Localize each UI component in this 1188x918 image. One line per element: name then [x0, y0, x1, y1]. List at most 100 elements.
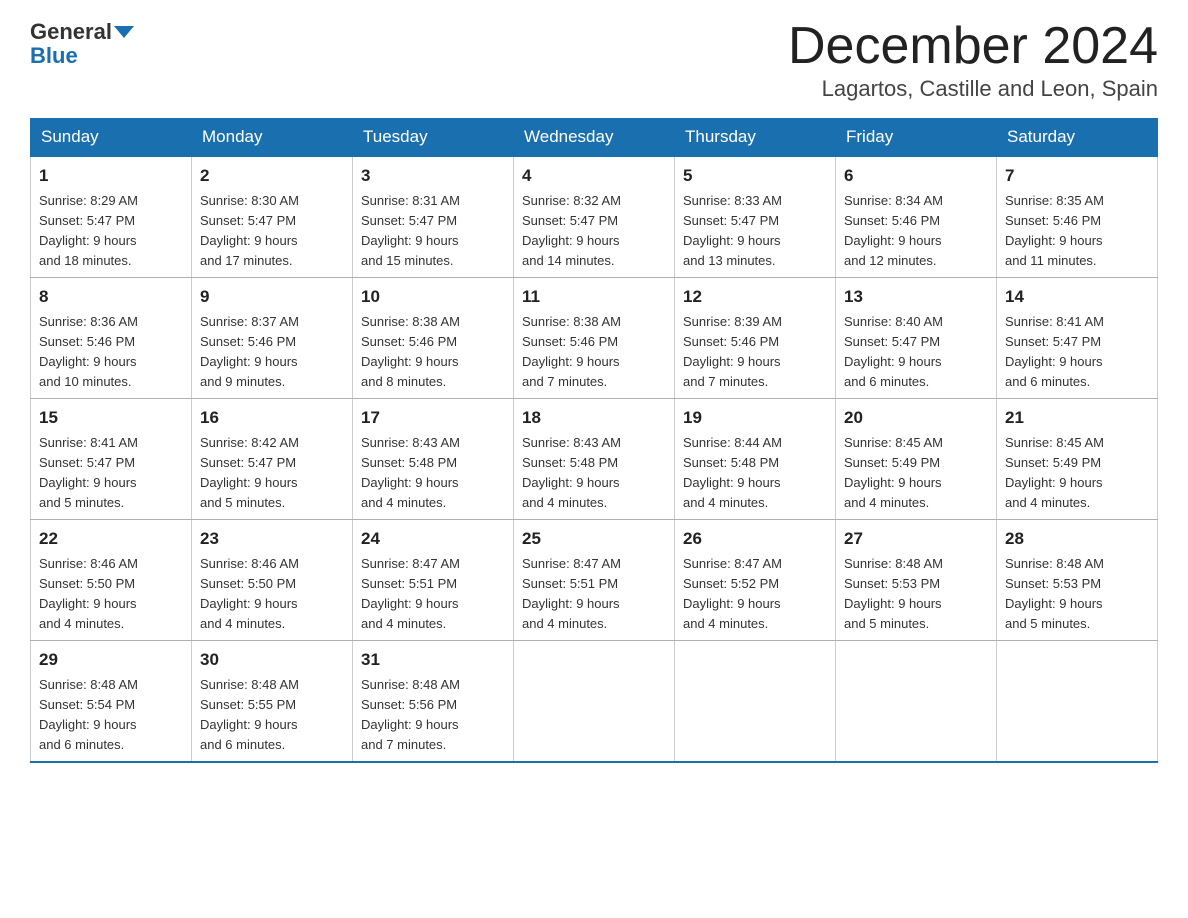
page-header: General Blue December 2024 Lagartos, Cas…	[30, 20, 1158, 102]
cell-content: Sunrise: 8:42 AMSunset: 5:47 PMDaylight:…	[200, 433, 344, 514]
calendar-week-row: 1Sunrise: 8:29 AMSunset: 5:47 PMDaylight…	[31, 156, 1158, 278]
weekday-header-tuesday: Tuesday	[353, 119, 514, 157]
calendar-cell: 24Sunrise: 8:47 AMSunset: 5:51 PMDayligh…	[353, 520, 514, 641]
cell-content: Sunrise: 8:35 AMSunset: 5:46 PMDaylight:…	[1005, 191, 1149, 272]
cell-content: Sunrise: 8:34 AMSunset: 5:46 PMDaylight:…	[844, 191, 988, 272]
calendar-cell: 2Sunrise: 8:30 AMSunset: 5:47 PMDaylight…	[192, 156, 353, 278]
cell-content: Sunrise: 8:43 AMSunset: 5:48 PMDaylight:…	[522, 433, 666, 514]
cell-content: Sunrise: 8:38 AMSunset: 5:46 PMDaylight:…	[361, 312, 505, 393]
calendar-cell: 29Sunrise: 8:48 AMSunset: 5:54 PMDayligh…	[31, 641, 192, 763]
calendar-cell: 23Sunrise: 8:46 AMSunset: 5:50 PMDayligh…	[192, 520, 353, 641]
calendar-cell: 21Sunrise: 8:45 AMSunset: 5:49 PMDayligh…	[997, 399, 1158, 520]
calendar-week-row: 15Sunrise: 8:41 AMSunset: 5:47 PMDayligh…	[31, 399, 1158, 520]
day-number: 4	[522, 163, 666, 189]
day-number: 18	[522, 405, 666, 431]
day-number: 28	[1005, 526, 1149, 552]
day-number: 3	[361, 163, 505, 189]
weekday-header-sunday: Sunday	[31, 119, 192, 157]
cell-content: Sunrise: 8:30 AMSunset: 5:47 PMDaylight:…	[200, 191, 344, 272]
day-number: 13	[844, 284, 988, 310]
calendar-table: SundayMondayTuesdayWednesdayThursdayFrid…	[30, 118, 1158, 763]
cell-content: Sunrise: 8:46 AMSunset: 5:50 PMDaylight:…	[39, 554, 183, 635]
weekday-header-wednesday: Wednesday	[514, 119, 675, 157]
calendar-cell: 20Sunrise: 8:45 AMSunset: 5:49 PMDayligh…	[836, 399, 997, 520]
cell-content: Sunrise: 8:45 AMSunset: 5:49 PMDaylight:…	[1005, 433, 1149, 514]
day-number: 15	[39, 405, 183, 431]
calendar-cell	[675, 641, 836, 763]
day-number: 25	[522, 526, 666, 552]
day-number: 22	[39, 526, 183, 552]
weekday-header-monday: Monday	[192, 119, 353, 157]
day-number: 20	[844, 405, 988, 431]
calendar-cell: 3Sunrise: 8:31 AMSunset: 5:47 PMDaylight…	[353, 156, 514, 278]
calendar-cell: 16Sunrise: 8:42 AMSunset: 5:47 PMDayligh…	[192, 399, 353, 520]
calendar-cell	[997, 641, 1158, 763]
calendar-cell	[836, 641, 997, 763]
calendar-cell: 12Sunrise: 8:39 AMSunset: 5:46 PMDayligh…	[675, 278, 836, 399]
calendar-cell: 22Sunrise: 8:46 AMSunset: 5:50 PMDayligh…	[31, 520, 192, 641]
calendar-cell: 15Sunrise: 8:41 AMSunset: 5:47 PMDayligh…	[31, 399, 192, 520]
weekday-header-saturday: Saturday	[997, 119, 1158, 157]
calendar-week-row: 22Sunrise: 8:46 AMSunset: 5:50 PMDayligh…	[31, 520, 1158, 641]
cell-content: Sunrise: 8:47 AMSunset: 5:51 PMDaylight:…	[522, 554, 666, 635]
day-number: 10	[361, 284, 505, 310]
day-number: 14	[1005, 284, 1149, 310]
logo-blue-text: Blue	[30, 44, 78, 68]
day-number: 17	[361, 405, 505, 431]
weekday-header-friday: Friday	[836, 119, 997, 157]
day-number: 7	[1005, 163, 1149, 189]
calendar-cell: 9Sunrise: 8:37 AMSunset: 5:46 PMDaylight…	[192, 278, 353, 399]
calendar-cell: 27Sunrise: 8:48 AMSunset: 5:53 PMDayligh…	[836, 520, 997, 641]
cell-content: Sunrise: 8:48 AMSunset: 5:53 PMDaylight:…	[844, 554, 988, 635]
calendar-week-row: 29Sunrise: 8:48 AMSunset: 5:54 PMDayligh…	[31, 641, 1158, 763]
calendar-cell: 8Sunrise: 8:36 AMSunset: 5:46 PMDaylight…	[31, 278, 192, 399]
calendar-cell: 13Sunrise: 8:40 AMSunset: 5:47 PMDayligh…	[836, 278, 997, 399]
cell-content: Sunrise: 8:40 AMSunset: 5:47 PMDaylight:…	[844, 312, 988, 393]
calendar-cell: 14Sunrise: 8:41 AMSunset: 5:47 PMDayligh…	[997, 278, 1158, 399]
cell-content: Sunrise: 8:38 AMSunset: 5:46 PMDaylight:…	[522, 312, 666, 393]
day-number: 2	[200, 163, 344, 189]
calendar-cell: 7Sunrise: 8:35 AMSunset: 5:46 PMDaylight…	[997, 156, 1158, 278]
day-number: 24	[361, 526, 505, 552]
calendar-cell: 26Sunrise: 8:47 AMSunset: 5:52 PMDayligh…	[675, 520, 836, 641]
cell-content: Sunrise: 8:32 AMSunset: 5:47 PMDaylight:…	[522, 191, 666, 272]
day-number: 19	[683, 405, 827, 431]
logo-general-text: General	[30, 20, 112, 44]
cell-content: Sunrise: 8:48 AMSunset: 5:53 PMDaylight:…	[1005, 554, 1149, 635]
cell-content: Sunrise: 8:33 AMSunset: 5:47 PMDaylight:…	[683, 191, 827, 272]
cell-content: Sunrise: 8:48 AMSunset: 5:54 PMDaylight:…	[39, 675, 183, 756]
cell-content: Sunrise: 8:37 AMSunset: 5:46 PMDaylight:…	[200, 312, 344, 393]
calendar-cell	[514, 641, 675, 763]
cell-content: Sunrise: 8:43 AMSunset: 5:48 PMDaylight:…	[361, 433, 505, 514]
cell-content: Sunrise: 8:45 AMSunset: 5:49 PMDaylight:…	[844, 433, 988, 514]
day-number: 11	[522, 284, 666, 310]
cell-content: Sunrise: 8:48 AMSunset: 5:56 PMDaylight:…	[361, 675, 505, 756]
cell-content: Sunrise: 8:48 AMSunset: 5:55 PMDaylight:…	[200, 675, 344, 756]
calendar-cell: 10Sunrise: 8:38 AMSunset: 5:46 PMDayligh…	[353, 278, 514, 399]
location-subtitle: Lagartos, Castille and Leon, Spain	[788, 76, 1158, 102]
calendar-cell: 31Sunrise: 8:48 AMSunset: 5:56 PMDayligh…	[353, 641, 514, 763]
weekday-header-thursday: Thursday	[675, 119, 836, 157]
cell-content: Sunrise: 8:29 AMSunset: 5:47 PMDaylight:…	[39, 191, 183, 272]
calendar-cell: 11Sunrise: 8:38 AMSunset: 5:46 PMDayligh…	[514, 278, 675, 399]
logo: General Blue	[30, 20, 134, 68]
month-title: December 2024	[788, 20, 1158, 72]
cell-content: Sunrise: 8:39 AMSunset: 5:46 PMDaylight:…	[683, 312, 827, 393]
calendar-week-row: 8Sunrise: 8:36 AMSunset: 5:46 PMDaylight…	[31, 278, 1158, 399]
day-number: 29	[39, 647, 183, 673]
title-block: December 2024 Lagartos, Castille and Leo…	[788, 20, 1158, 102]
logo-triangle-icon	[114, 26, 134, 38]
calendar-cell: 17Sunrise: 8:43 AMSunset: 5:48 PMDayligh…	[353, 399, 514, 520]
day-number: 8	[39, 284, 183, 310]
calendar-cell: 25Sunrise: 8:47 AMSunset: 5:51 PMDayligh…	[514, 520, 675, 641]
cell-content: Sunrise: 8:44 AMSunset: 5:48 PMDaylight:…	[683, 433, 827, 514]
day-number: 9	[200, 284, 344, 310]
cell-content: Sunrise: 8:47 AMSunset: 5:51 PMDaylight:…	[361, 554, 505, 635]
calendar-cell: 28Sunrise: 8:48 AMSunset: 5:53 PMDayligh…	[997, 520, 1158, 641]
day-number: 21	[1005, 405, 1149, 431]
day-number: 31	[361, 647, 505, 673]
cell-content: Sunrise: 8:41 AMSunset: 5:47 PMDaylight:…	[1005, 312, 1149, 393]
calendar-cell: 6Sunrise: 8:34 AMSunset: 5:46 PMDaylight…	[836, 156, 997, 278]
day-number: 23	[200, 526, 344, 552]
day-number: 1	[39, 163, 183, 189]
